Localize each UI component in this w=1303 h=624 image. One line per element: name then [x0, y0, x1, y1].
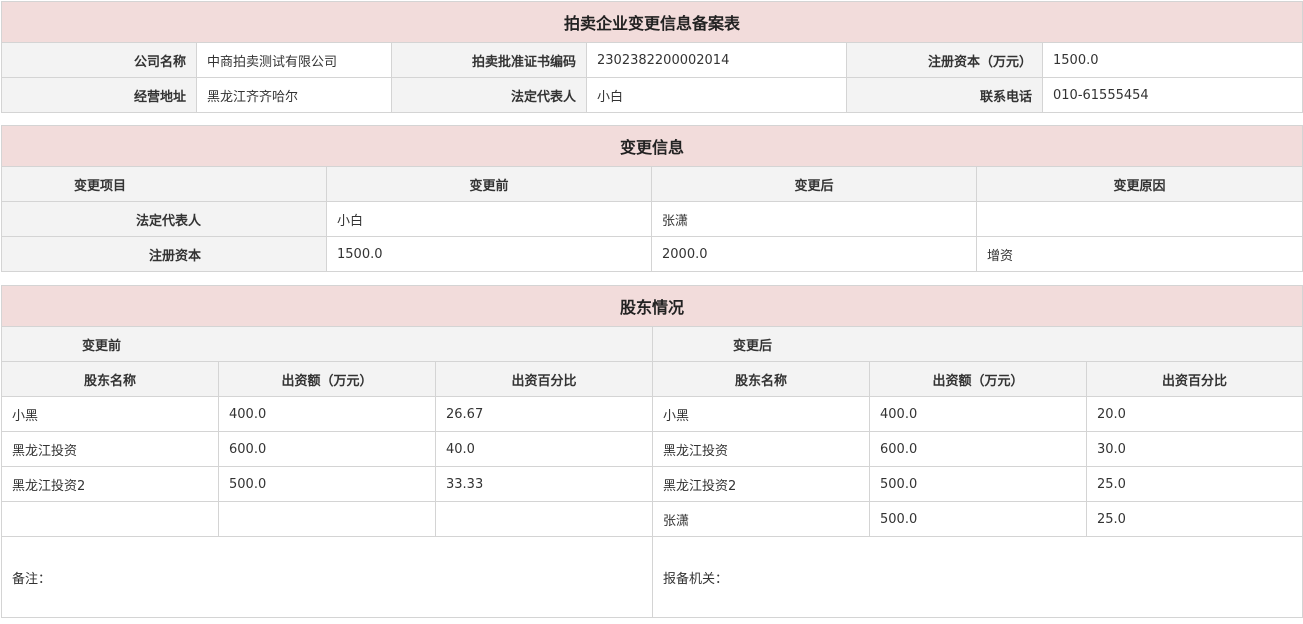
change-item: 法定代表人	[1, 201, 327, 237]
after-percent: 20.0	[1085, 396, 1303, 432]
form-title: 拍卖企业变更信息备案表	[0, 1, 1303, 43]
header-percentage: 出资百分比	[435, 361, 653, 397]
header-shareholder-name: 股东名称	[652, 361, 870, 397]
before-change-label: 变更前	[1, 326, 653, 362]
before-name	[1, 501, 219, 537]
before-name: 小黑	[1, 396, 219, 432]
change-before: 1500.0	[326, 236, 652, 272]
after-percent: 30.0	[1085, 431, 1303, 467]
registered-capital-value: 1500.0	[1041, 42, 1303, 78]
header-shareholder-name: 股东名称	[1, 361, 219, 397]
after-amount: 500.0	[869, 466, 1087, 502]
address-value: 黑龙江齐齐哈尔	[196, 77, 392, 113]
after-name: 黑龙江投资2	[652, 466, 870, 502]
before-percent: 33.33	[435, 466, 653, 502]
registered-capital-label: 注册资本（万元）	[846, 42, 1043, 78]
license-code-label: 拍卖批准证书编码	[391, 42, 587, 78]
change-section-title: 变更信息	[0, 125, 1303, 167]
shareholders-section-title: 股东情况	[0, 285, 1303, 327]
header-percentage: 出资百分比	[1085, 361, 1303, 397]
table-row: 注册资本 1500.0 2000.0 增资	[1, 236, 1303, 272]
legal-rep-label: 法定代表人	[391, 77, 587, 113]
after-change-label: 变更后	[651, 326, 1303, 362]
change-before: 小白	[326, 201, 652, 237]
before-name: 黑龙江投资2	[1, 466, 219, 502]
change-header-item: 变更项目	[1, 166, 327, 202]
table-row: 法定代表人 小白 张潇	[1, 201, 1303, 237]
phone-value: 010-61555454	[1041, 77, 1303, 113]
table-row: 张潇 500.0 25.0	[1, 501, 1303, 537]
header-contribution: 出资额（万元）	[218, 361, 436, 397]
basic-info-table: 拍卖企业变更信息备案表 公司名称 中商拍卖测试有限公司 拍卖批准证书编码 230…	[0, 1, 1303, 113]
company-name-label: 公司名称	[1, 42, 197, 78]
change-after: 2000.0	[651, 236, 977, 272]
after-amount: 600.0	[869, 431, 1087, 467]
change-reason: 增资	[975, 236, 1303, 272]
before-amount: 400.0	[218, 396, 436, 432]
after-amount: 500.0	[869, 501, 1087, 537]
address-label: 经营地址	[1, 77, 197, 113]
after-name: 小黑	[652, 396, 870, 432]
before-amount	[218, 501, 436, 537]
phone-label: 联系电话	[846, 77, 1043, 113]
change-info-table: 变更信息 变更项目 变更前 变更后 变更原因 法定代表人 小白 张潇 注册资本 …	[0, 125, 1303, 272]
after-percent: 25.0	[1085, 501, 1303, 537]
after-percent: 25.0	[1085, 466, 1303, 502]
header-contribution: 出资额（万元）	[869, 361, 1087, 397]
after-name: 黑龙江投资	[652, 431, 870, 467]
company-name-value: 中商拍卖测试有限公司	[196, 42, 392, 78]
change-item: 注册资本	[1, 236, 327, 272]
before-name: 黑龙江投资	[1, 431, 219, 467]
before-percent: 26.67	[435, 396, 653, 432]
table-row: 黑龙江投资 600.0 40.0 黑龙江投资 600.0 30.0	[1, 431, 1303, 467]
table-row: 小黑 400.0 26.67 小黑 400.0 20.0	[1, 396, 1303, 432]
shareholders-table: 股东情况 变更前 变更后 股东名称 出资额（万元） 出资百分比 股东名称 出资额…	[0, 285, 1303, 618]
change-header-reason: 变更原因	[975, 166, 1303, 202]
after-name: 张潇	[652, 501, 870, 537]
license-code-value: 2302382200002014	[586, 42, 847, 78]
before-amount: 600.0	[218, 431, 436, 467]
change-after: 张潇	[651, 201, 977, 237]
before-percent: 40.0	[435, 431, 653, 467]
after-amount: 400.0	[869, 396, 1087, 432]
change-reason	[975, 201, 1303, 237]
filing-authority-field: 报备机关：	[651, 536, 1303, 618]
before-amount: 500.0	[218, 466, 436, 502]
before-percent	[435, 501, 653, 537]
change-header-after: 变更后	[651, 166, 977, 202]
change-header-before: 变更前	[326, 166, 652, 202]
legal-rep-value: 小白	[586, 77, 847, 113]
table-row: 黑龙江投资2 500.0 33.33 黑龙江投资2 500.0 25.0	[1, 466, 1303, 502]
remark-field: 备注：	[1, 536, 653, 618]
